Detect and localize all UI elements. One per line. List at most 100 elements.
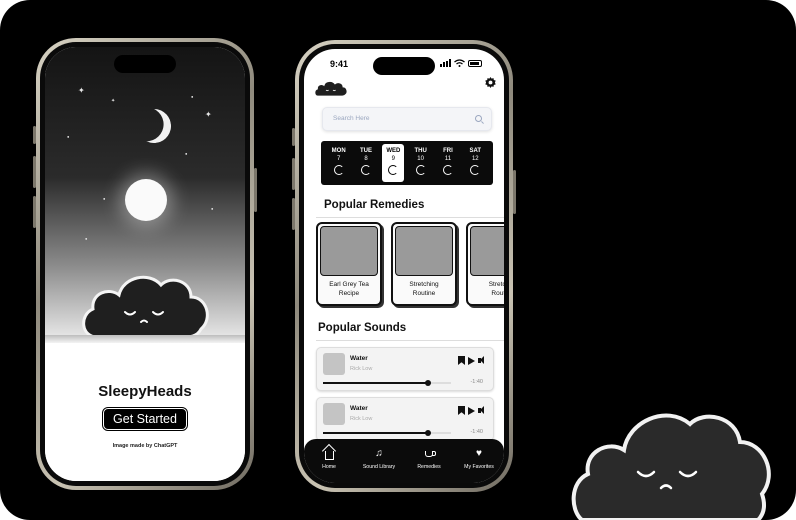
settings-gear-icon[interactable] bbox=[485, 77, 496, 90]
tab-remedies[interactable]: Remedies bbox=[406, 448, 452, 470]
progress-track[interactable] bbox=[323, 430, 451, 436]
play-icon[interactable] bbox=[468, 406, 475, 415]
tab-label: Sound Library bbox=[362, 464, 396, 470]
remedy-label: StretchRouti bbox=[488, 281, 504, 297]
progress-knob[interactable] bbox=[424, 430, 431, 436]
presentation-canvas: ✦ ✦ ✦ ● ● ● ● ● ● SleepyHeads Get Starte… bbox=[0, 0, 796, 520]
crescent-moon-icon bbox=[134, 106, 173, 145]
splash-screen: ✦ ✦ ✦ ● ● ● ● ● ● SleepyHeads Get Starte… bbox=[45, 47, 245, 481]
popular-remedies-heading: Popular Remedies bbox=[324, 199, 425, 211]
week-day-selector: MON 7 TUE 8 WED 9 THU 10 FRI 11 SAT 12 bbox=[321, 141, 493, 185]
home-phone: 9:41 Search Here MON 7 TUE 8 WED 9 THU 1… bbox=[292, 40, 516, 492]
search-icon bbox=[475, 115, 482, 122]
progress-track[interactable] bbox=[323, 380, 451, 386]
progress-knob[interactable] bbox=[424, 380, 431, 386]
day-name: FRI bbox=[443, 148, 453, 154]
day-date: 12 bbox=[471, 156, 479, 162]
day-name: TUE bbox=[359, 148, 372, 154]
star-icon: ✦ bbox=[111, 98, 116, 104]
sleepy-cloud-mascot bbox=[79, 265, 211, 346]
star-icon: ● bbox=[67, 134, 70, 139]
day-thu[interactable]: THU 10 bbox=[410, 144, 432, 182]
volume-icon[interactable] bbox=[478, 356, 487, 365]
power-button bbox=[254, 168, 257, 212]
sound-row[interactable]: Water Rick Low -1:40 bbox=[316, 347, 494, 391]
day-name: THU bbox=[414, 148, 427, 154]
sleep-progress-ring-icon bbox=[388, 165, 399, 175]
sound-title: Water bbox=[350, 355, 368, 362]
splash-footer: SleepyHeads Get Started Image made by Ch… bbox=[45, 343, 245, 481]
sleep-progress-ring-icon bbox=[470, 165, 481, 175]
mute-switch bbox=[33, 126, 36, 144]
time-remaining: -1:40 bbox=[470, 429, 483, 435]
sleep-progress-ring-icon bbox=[360, 165, 371, 175]
bookmark-icon[interactable] bbox=[458, 356, 465, 365]
full-moon-icon bbox=[125, 179, 167, 221]
wifi-icon bbox=[454, 59, 465, 67]
tab-label: Home bbox=[322, 464, 336, 470]
day-sat[interactable]: SAT 12 bbox=[464, 144, 486, 182]
star-icon: ● bbox=[191, 94, 194, 99]
dynamic-island bbox=[373, 57, 435, 75]
tea-cup-icon bbox=[425, 451, 436, 457]
remedy-image bbox=[395, 226, 453, 276]
day-date: 11 bbox=[444, 156, 452, 162]
sleep-progress-ring-icon bbox=[415, 165, 426, 175]
night-sky-illustration: ✦ ✦ ✦ ● ● ● ● ● ● bbox=[45, 47, 245, 339]
progress-fill bbox=[323, 432, 428, 434]
home-screen: 9:41 Search Here MON 7 TUE 8 WED 9 THU 1… bbox=[304, 49, 504, 483]
app-logo-icon bbox=[314, 79, 348, 102]
day-date: 7 bbox=[336, 156, 341, 162]
tab-sound-library[interactable]: ♫ Sound Library bbox=[356, 448, 402, 471]
home-icon bbox=[324, 451, 334, 460]
day-name: WED bbox=[386, 148, 401, 154]
get-started-button[interactable]: Get Started bbox=[102, 407, 188, 431]
dynamic-island bbox=[114, 55, 176, 73]
sound-title: Water bbox=[350, 405, 368, 412]
search-placeholder: Search Here bbox=[333, 115, 370, 122]
play-icon[interactable] bbox=[468, 356, 475, 365]
progress-fill bbox=[323, 382, 428, 384]
sleep-progress-ring-icon bbox=[442, 165, 453, 175]
remedy-label: Stretching Routine bbox=[409, 281, 439, 297]
power-button bbox=[513, 170, 516, 214]
day-tue[interactable]: TUE 8 bbox=[355, 144, 377, 182]
cellular-signal-icon bbox=[440, 59, 451, 67]
day-name: MON bbox=[331, 148, 346, 154]
image-credit: Image made by ChatGPT bbox=[112, 443, 178, 449]
day-wed-selected[interactable]: WED 9 bbox=[382, 144, 405, 182]
day-mon[interactable]: MON 7 bbox=[328, 144, 350, 182]
section-divider bbox=[316, 217, 504, 218]
tab-label: Remedies bbox=[417, 464, 441, 470]
sound-row[interactable]: Water Rick Low -1:40 bbox=[316, 397, 494, 441]
star-icon: ● bbox=[211, 206, 214, 211]
app-title: SleepyHeads bbox=[98, 383, 192, 400]
popular-sounds-heading: Popular Sounds bbox=[318, 322, 407, 334]
bookmark-icon[interactable] bbox=[458, 406, 465, 415]
mute-switch bbox=[292, 128, 295, 146]
sleep-progress-ring-icon bbox=[333, 165, 344, 175]
day-fri[interactable]: FRI 11 bbox=[437, 144, 459, 182]
volume-down-button bbox=[33, 196, 36, 228]
remedy-card[interactable]: StretchRouti bbox=[466, 222, 504, 306]
tab-home[interactable]: Home bbox=[306, 448, 352, 470]
splash-phone: ✦ ✦ ✦ ● ● ● ● ● ● SleepyHeads Get Starte… bbox=[33, 38, 257, 490]
bottom-tab-bar: Home ♫ Sound Library Remedies ♥ My Favor… bbox=[304, 439, 504, 483]
volume-up-button bbox=[33, 156, 36, 188]
remedy-card[interactable]: Earl Grey Tea Recipe bbox=[316, 222, 382, 306]
shelf-divider bbox=[45, 335, 245, 343]
day-name: SAT bbox=[469, 148, 482, 154]
day-date: 10 bbox=[417, 156, 424, 162]
star-icon: ✦ bbox=[205, 110, 212, 119]
remedies-carousel[interactable]: Earl Grey Tea Recipe Stretching Routine St… bbox=[316, 222, 504, 312]
tab-my-favorites[interactable]: ♥ My Favorites bbox=[456, 448, 502, 471]
tab-label: My Favorites bbox=[464, 464, 494, 470]
heart-icon: ♥ bbox=[476, 448, 482, 459]
remedy-card[interactable]: Stretching Routine bbox=[391, 222, 457, 306]
star-icon: ● bbox=[85, 236, 88, 241]
sound-thumbnail bbox=[323, 403, 345, 425]
volume-icon[interactable] bbox=[478, 406, 487, 415]
search-input[interactable]: Search Here bbox=[322, 107, 492, 131]
battery-icon bbox=[468, 59, 482, 67]
music-note-icon: ♫ bbox=[375, 448, 383, 459]
